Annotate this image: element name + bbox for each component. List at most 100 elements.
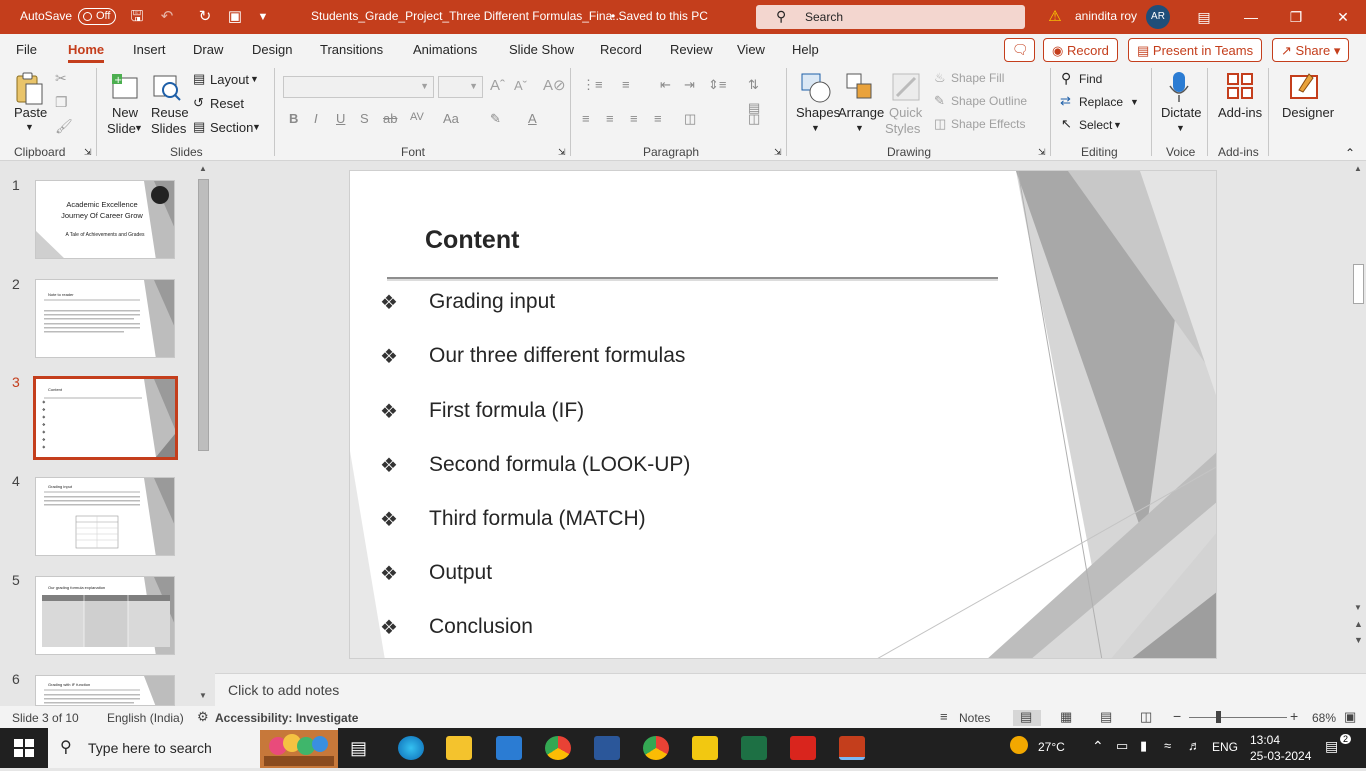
slide-show-icon[interactable]: ◫ (1140, 709, 1152, 725)
shapes-icon[interactable] (800, 72, 832, 104)
scroll-up-icon[interactable]: ▲ (1354, 164, 1362, 173)
select-button[interactable]: Select (1079, 118, 1112, 132)
slide-sorter-icon[interactable]: ▦ (1060, 709, 1072, 725)
clock-time[interactable]: 13:04 (1250, 733, 1280, 747)
taskbar-search[interactable]: ⚲ Type here to search (48, 728, 338, 768)
tab-home[interactable]: Home (68, 42, 105, 63)
designer-icon[interactable] (1289, 70, 1321, 102)
select-dropdown-icon[interactable]: ▼ (1113, 120, 1122, 130)
replace-icon[interactable]: ⇄ (1060, 93, 1071, 109)
acrobat-icon[interactable] (790, 736, 816, 760)
input-language[interactable]: ENG (1212, 740, 1238, 754)
current-slide[interactable]: Content ❖ Grading input ❖ Our three differ… (349, 170, 1217, 659)
autosave-toggle[interactable]: Off (78, 8, 116, 25)
designer-label[interactable]: Designer (1282, 105, 1334, 120)
layout-dropdown-icon[interactable]: ▼ (250, 74, 259, 84)
power-bi-icon[interactable] (692, 736, 718, 760)
font-family-dropdown[interactable]: ▼ (283, 76, 434, 98)
battery-icon[interactable]: ▮ (1140, 738, 1147, 754)
numbering-icon[interactable]: ≡ (622, 77, 630, 92)
layout-icon[interactable]: ▤ (193, 71, 205, 87)
task-view-icon[interactable]: ▤ (350, 738, 367, 759)
clear-formatting-icon[interactable]: A⊘ (543, 76, 566, 94)
close-icon[interactable]: ✕ (1332, 6, 1354, 28)
zoom-level[interactable]: 68% (1312, 711, 1336, 725)
minimize-icon[interactable]: — (1240, 6, 1262, 28)
bullet-item[interactable]: ❖ First formula (IF) (380, 397, 940, 427)
paragraph-launcher-icon[interactable]: ⇲ (774, 147, 782, 158)
notes-placeholder[interactable]: Click to add notes (228, 682, 339, 698)
cut-icon[interactable]: ✂ (55, 70, 67, 87)
language-indicator[interactable]: English (India) (107, 711, 184, 725)
wifi-icon[interactable]: ≈ (1164, 738, 1171, 753)
present-icon[interactable]: ▣ (226, 8, 244, 26)
show-hidden-icon[interactable]: ⌃ (1092, 738, 1104, 755)
add-ins-label[interactable]: Add-ins (1218, 105, 1262, 120)
zoom-slider[interactable] (1189, 717, 1287, 718)
section-button[interactable]: Section (210, 120, 253, 135)
shape-outline-icon[interactable]: ✎ (934, 93, 945, 109)
increase-font-icon[interactable]: Aˆ (490, 77, 505, 94)
notes-pane[interactable]: Click to add notes (215, 673, 1366, 706)
paste-dropdown-icon[interactable]: ▼ (25, 122, 34, 132)
paste-label[interactable]: Paste (14, 105, 47, 120)
slide-thumbnail-5[interactable]: Our grading formula explanation (35, 576, 175, 655)
bullets-icon[interactable]: ⋮≡ (582, 77, 603, 93)
zoom-in-icon[interactable]: + (1290, 708, 1298, 724)
notifications-icon[interactable]: ▤ (1325, 738, 1338, 755)
increase-indent-icon[interactable]: ⇥ (684, 77, 695, 93)
thumbnail-scrollbar[interactable]: ▲ ▼ (196, 161, 211, 706)
quick-styles-label[interactable]: Quick (889, 105, 922, 120)
previous-slide-icon[interactable]: ▲ (1354, 619, 1363, 629)
notes-button[interactable]: Notes (959, 711, 990, 725)
replace-button[interactable]: Replace (1079, 95, 1123, 109)
scrollbar-thumb[interactable] (1353, 264, 1364, 304)
paste-icon[interactable] (14, 72, 44, 106)
zoom-slider-thumb[interactable] (1216, 711, 1221, 723)
shapes-label[interactable]: Shapes (796, 105, 840, 120)
tab-slide-show[interactable]: Slide Show (509, 42, 574, 57)
warning-icon[interactable]: ⚠ (1046, 8, 1064, 26)
shape-fill-icon[interactable]: ♨ (934, 70, 946, 86)
collapse-ribbon-icon[interactable]: ⌃ (1345, 146, 1355, 160)
new-slide-label[interactable]: New (112, 105, 138, 120)
font-launcher-icon[interactable]: ⇲ (558, 147, 566, 158)
tab-help[interactable]: Help (792, 42, 819, 57)
decrease-font-icon[interactable]: Aˇ (514, 78, 527, 93)
slide-thumbnail-3[interactable]: ❖ ❖ ❖ ❖ ❖ ❖ ❖ Content (33, 376, 178, 460)
share-button[interactable]: ↗ Share ▾ (1272, 38, 1350, 62)
arrange-label[interactable]: Arrange (838, 105, 884, 120)
weather-temp[interactable]: 27°C (1038, 740, 1065, 754)
shapes-dropdown-icon[interactable]: ▼ (811, 123, 820, 133)
scrollbar-thumb[interactable] (198, 179, 209, 451)
shape-fill-button[interactable]: Shape Fill (951, 71, 1004, 85)
align-left-icon[interactable]: ≡ (582, 111, 590, 126)
notes-icon[interactable]: ≡ (940, 709, 948, 724)
record-button[interactable]: ◉ Record (1043, 38, 1118, 62)
clock-date[interactable]: 25-03-2024 (1250, 749, 1311, 763)
justify-icon[interactable]: ≡ (654, 111, 662, 126)
format-painter-icon[interactable]: 🖌 (55, 118, 73, 135)
next-slide-icon[interactable]: ▼ (1354, 635, 1363, 645)
strikethrough-icon[interactable]: ab (383, 111, 397, 126)
bullet-item[interactable]: ❖ Second formula (LOOK-UP) (380, 451, 940, 481)
scroll-up-icon[interactable]: ▲ (199, 164, 207, 173)
scroll-down-icon[interactable]: ▼ (199, 691, 207, 700)
underline-icon[interactable]: U (336, 111, 345, 126)
align-right-icon[interactable]: ≡ (630, 111, 638, 126)
volume-icon[interactable]: ♬ (1188, 738, 1201, 753)
smartart-icon[interactable]: ◫ (748, 111, 760, 127)
undo-icon[interactable]: ↶ (158, 8, 176, 26)
dictate-dropdown-icon[interactable]: ▼ (1176, 123, 1185, 133)
quick-styles-icon[interactable] (891, 72, 921, 102)
find-icon[interactable]: ⚲ (1061, 70, 1071, 87)
bullet-item[interactable]: ❖ Conclusion (380, 613, 940, 643)
bullet-item[interactable]: ❖ Our three different formulas (380, 342, 940, 372)
bold-icon[interactable]: B (289, 111, 298, 126)
accessibility-status[interactable]: Accessibility: Investigate (215, 711, 358, 725)
word-icon[interactable] (594, 736, 620, 760)
quick-styles-label-2[interactable]: Styles (885, 121, 920, 136)
copy-icon[interactable]: ❐ (55, 94, 68, 111)
zoom-out-icon[interactable]: − (1173, 708, 1181, 724)
layout-button[interactable]: Layout (210, 72, 249, 87)
